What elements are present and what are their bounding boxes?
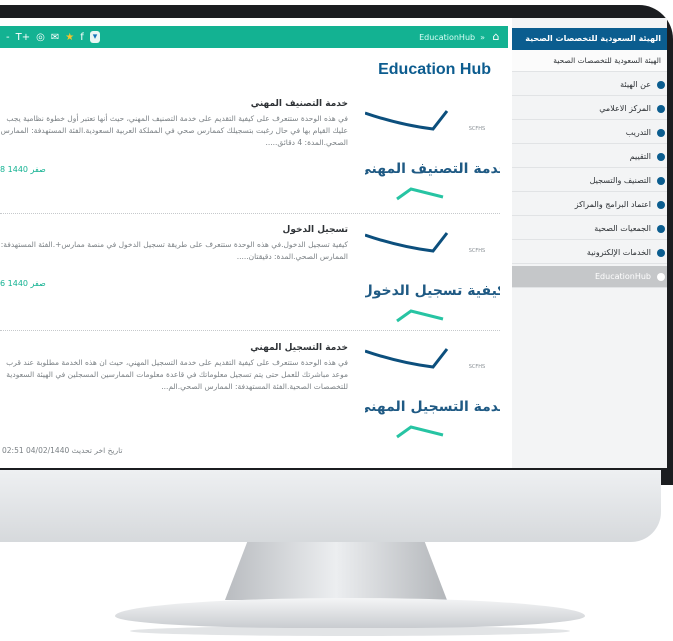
sidebar-item-about[interactable]: عن الهيئة — [512, 74, 667, 96]
sidebar-item-label: التصنيف والتسجيل — [589, 176, 651, 185]
bullet-icon — [657, 177, 665, 185]
thumbnail-graphic: SCFHS كيفية تسجيل الدخول — [365, 232, 500, 323]
last-updated: تاريخ اخر تحديث 04/02/1440 02:51 — [2, 446, 123, 455]
thumbnail-graphic: SCFHS خدمة التصنيف المهني — [365, 110, 500, 201]
twitter-icon[interactable]: ▾ — [89, 31, 101, 43]
item-thumbnail[interactable]: SCFHS خدمة التسجيل المهني — [365, 331, 500, 441]
item-title[interactable]: خدمة التسجيل المهني — [0, 343, 348, 353]
item-thumbnail[interactable]: SCFHS كيفية تسجيل الدخول — [365, 215, 500, 325]
sidebar-item-scfhs[interactable]: الهيئة السعودية للتخصصات الصحية — [512, 50, 667, 72]
monitor-stand-base — [115, 598, 585, 628]
sidebar-header: الهيئة السعودية للتخصصات الصحية — [512, 28, 667, 50]
sidebar-item-classification[interactable]: التصنيف والتسجيل — [512, 170, 667, 192]
item-description: في هذه الوحدة ستتعرف على كيفية التقديم ع… — [6, 358, 348, 391]
zoom-out-icon[interactable]: - — [6, 32, 10, 43]
top-bar: - T+ ◎ ✉ ★ f ▾ EducationHub » ⌂ — [0, 26, 508, 48]
sidebar-item-label: المركز الاعلامي — [599, 104, 651, 113]
item-description: كيفية تسجيل الدخول.في هذه الوحدة ستتعرف … — [0, 240, 348, 261]
divider — [0, 213, 500, 214]
thumbnail-title: خدمة التصنيف المهني — [365, 161, 500, 177]
bullet-icon — [657, 249, 665, 257]
thumbnail-title: خدمة التسجيل المهني — [365, 399, 500, 415]
zoom-in-icon[interactable]: T+ — [16, 32, 31, 43]
sidebar-item-training[interactable]: التدريب — [512, 122, 667, 144]
sidebar-item-eservices[interactable]: الخدمات الإلكترونية — [512, 242, 667, 264]
item-date: 6 صفر 1440 — [0, 279, 46, 288]
svg-text:SCFHS: SCFHS — [469, 248, 485, 254]
breadcrumb: EducationHub » ⌂ — [419, 29, 502, 45]
breadcrumb-separator: » — [480, 32, 485, 42]
thumbnail-graphic: SCFHS خدمة التسجيل المهني — [365, 348, 500, 439]
item-title[interactable]: تسجيل الدخول — [0, 225, 348, 235]
page-title: Education Hub — [378, 61, 491, 78]
item-text: خدمة التصنيف المهني في هذه الوحدة ستتعرف… — [0, 99, 348, 149]
item-description: في هذه الوحدة ستتعرف على كيفية التقديم ع… — [0, 114, 348, 147]
sidebar-item-educationhub[interactable]: EducationHub — [512, 266, 667, 288]
bullet-icon — [657, 273, 665, 281]
bullet-icon — [657, 153, 665, 161]
sidebar-item-assessment[interactable]: التقييم — [512, 146, 667, 168]
monitor-stand-neck — [225, 542, 447, 600]
sidebar-item-label: الخدمات الإلكترونية — [586, 248, 651, 257]
sidebar-item-media-center[interactable]: المركز الاعلامي — [512, 98, 667, 120]
thumbnail-title: كيفية تسجيل الدخول — [365, 283, 500, 299]
svg-text:SCFHS: SCFHS — [469, 126, 485, 132]
item-text: خدمة التسجيل المهني في هذه الوحدة ستتعرف… — [0, 343, 348, 393]
sidebar-item-accreditation[interactable]: اعتماد البرامج والمراكز — [512, 194, 667, 216]
home-icon[interactable]: ⌂ — [490, 31, 502, 43]
bullet-icon — [657, 81, 665, 89]
item-date: 8 صفر 1440 — [0, 165, 46, 174]
bullet-icon — [657, 225, 665, 233]
share-icons: - T+ ◎ ✉ ★ f ▾ — [6, 30, 101, 44]
item-title[interactable]: خدمة التصنيف المهني — [0, 99, 348, 109]
item-text: تسجيل الدخول كيفية تسجيل الدخول.في هذه ا… — [0, 225, 348, 263]
print-icon[interactable]: ◎ — [36, 32, 45, 43]
monitor-chin — [0, 470, 661, 542]
email-icon[interactable]: ✉ — [51, 32, 59, 43]
monitor: - T+ ◎ ✉ ★ f ▾ EducationHub » ⌂ Educatio… — [0, 0, 673, 641]
sidebar: الهيئة السعودية للتخصصات الصحية الهيئة ا… — [512, 18, 667, 468]
sidebar-item-label: الجمعيات الصحية — [594, 224, 651, 233]
bullet-icon — [657, 129, 665, 137]
bullet-icon — [657, 201, 665, 209]
sidebar-item-associations[interactable]: الجمعيات الصحية — [512, 218, 667, 240]
favorite-icon[interactable]: ★ — [65, 32, 74, 43]
sidebar-item-label: الهيئة السعودية للتخصصات الصحية — [553, 56, 661, 65]
item-thumbnail[interactable]: SCFHS خدمة التصنيف المهني — [365, 93, 500, 203]
screen: - T+ ◎ ✉ ★ f ▾ EducationHub » ⌂ Educatio… — [0, 18, 667, 468]
bullet-icon — [657, 105, 665, 113]
sidebar-item-label: اعتماد البرامج والمراكز — [574, 200, 651, 209]
facebook-icon[interactable]: f — [80, 32, 84, 43]
sidebar-item-label: عن الهيئة — [620, 80, 651, 89]
sidebar-item-label: التقييم — [629, 152, 651, 161]
breadcrumb-current[interactable]: EducationHub — [419, 33, 475, 42]
sidebar-item-label: التدريب — [625, 128, 651, 137]
sidebar-item-label: EducationHub — [595, 272, 651, 281]
svg-text:SCFHS: SCFHS — [469, 364, 485, 370]
